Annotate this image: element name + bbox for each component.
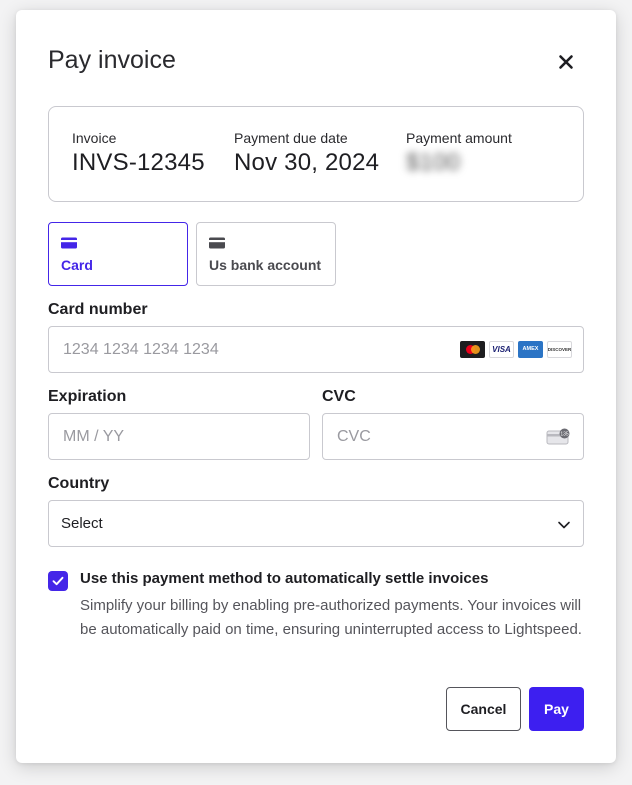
invoice-label: Invoice bbox=[72, 130, 117, 146]
payment-method-bank-label: Us bank account bbox=[209, 257, 322, 273]
svg-text:135: 135 bbox=[560, 431, 569, 437]
discover-icon: DISCOVER bbox=[547, 341, 572, 358]
cvc-input[interactable]: CVC 135 bbox=[322, 413, 584, 460]
country-selected-value: Select bbox=[61, 515, 103, 532]
auto-settle-description: Simplify your billing by enabling pre-au… bbox=[80, 597, 582, 638]
amount-label: Payment amount bbox=[406, 130, 512, 146]
amount-value: $100 bbox=[406, 149, 461, 176]
expiration-input[interactable]: MM / YY bbox=[48, 413, 310, 460]
bank-card-icon bbox=[209, 237, 225, 249]
due-date-value: Nov 30, 2024 bbox=[234, 149, 380, 176]
country-select[interactable]: Select bbox=[48, 500, 584, 547]
cvc-placeholder: CVC bbox=[337, 428, 371, 445]
invoice-summary: Invoice INVS-12345 Payment due date Nov … bbox=[48, 106, 584, 202]
cvc-card-icon: 135 bbox=[546, 428, 570, 445]
credit-card-icon bbox=[61, 237, 77, 249]
due-date-label: Payment due date bbox=[234, 130, 348, 146]
due-date-info: Payment due date Nov 30, 2024 bbox=[234, 130, 379, 177]
pay-invoice-dialog: Pay invoice Invoice INVS-12345 Payment d… bbox=[16, 10, 616, 763]
invoice-number: INVS-12345 bbox=[72, 149, 205, 176]
invoice-info: Invoice INVS-12345 bbox=[72, 130, 205, 177]
cvc-label: CVC bbox=[322, 388, 356, 405]
close-icon bbox=[559, 55, 573, 69]
card-number-placeholder: 1234 1234 1234 1234 bbox=[63, 341, 219, 358]
checkmark-icon bbox=[52, 576, 64, 586]
card-number-label: Card number bbox=[48, 301, 148, 318]
card-number-input[interactable]: 1234 1234 1234 1234 VISA AMEX DISCOVER bbox=[48, 326, 584, 373]
payment-method-card-label: Card bbox=[61, 257, 93, 273]
amount-info: Payment amount $100 bbox=[406, 130, 512, 177]
expiration-placeholder: MM / YY bbox=[63, 428, 125, 445]
auto-settle-title: Use this payment method to automatically… bbox=[80, 570, 489, 587]
dialog-title: Pay invoice bbox=[48, 46, 176, 74]
cancel-button[interactable]: Cancel bbox=[446, 687, 521, 731]
country-label: Country bbox=[48, 475, 110, 492]
close-button[interactable] bbox=[554, 50, 578, 74]
mastercard-icon bbox=[460, 341, 485, 358]
card-brands: VISA AMEX DISCOVER bbox=[460, 341, 572, 358]
payment-method-bank[interactable]: Us bank account bbox=[196, 222, 336, 286]
visa-icon: VISA bbox=[489, 341, 514, 358]
pay-button[interactable]: Pay bbox=[529, 687, 584, 731]
amex-icon: AMEX bbox=[518, 341, 543, 358]
auto-settle-checkbox[interactable] bbox=[48, 571, 68, 591]
chevron-down-icon bbox=[558, 521, 570, 529]
payment-method-card[interactable]: Card bbox=[48, 222, 188, 286]
expiration-label: Expiration bbox=[48, 388, 127, 405]
